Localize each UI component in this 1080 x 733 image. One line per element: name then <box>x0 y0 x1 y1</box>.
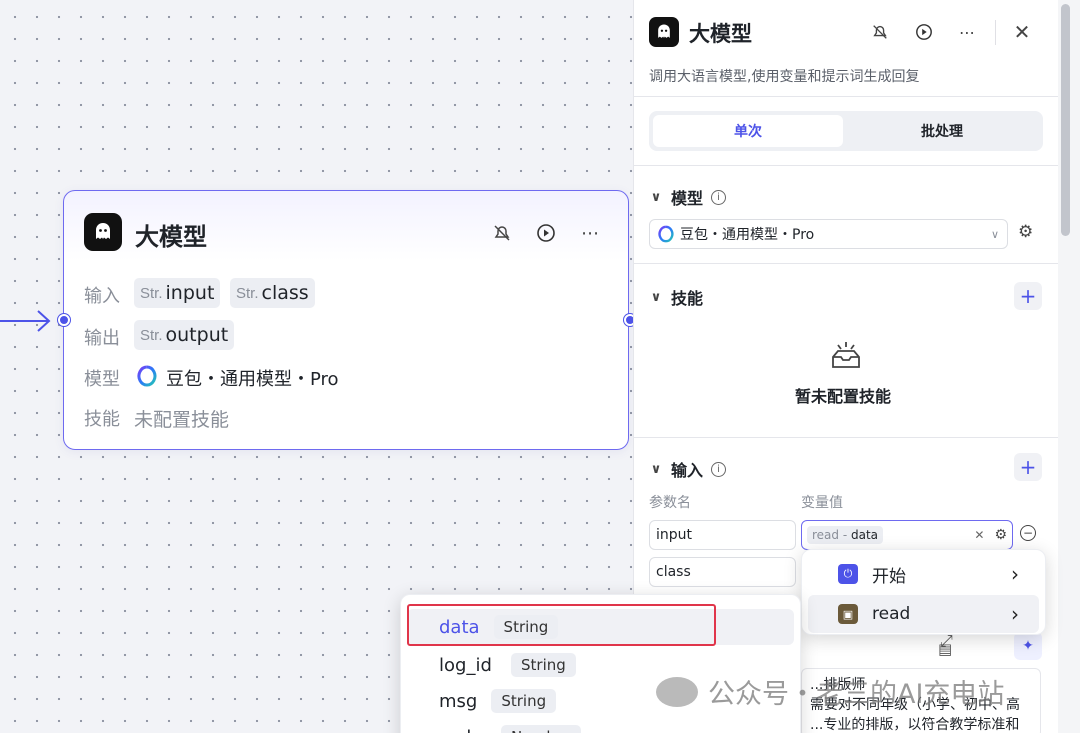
watermark: 公众号・老三的AI充电站 <box>656 672 1004 711</box>
param-name-field[interactable]: input <box>649 520 796 550</box>
more-icon[interactable]: ⋯ <box>578 221 602 245</box>
highlight-box <box>407 604 716 646</box>
add-skill-button[interactable]: + <box>1014 282 1042 310</box>
close-icon[interactable]: ✕ <box>1010 20 1034 44</box>
llm-ghost-icon <box>84 213 122 251</box>
remove-param-icon[interactable]: − <box>1020 525 1036 541</box>
debug-off-icon[interactable] <box>868 20 892 44</box>
debug-off-icon[interactable] <box>490 221 514 245</box>
variable-ref-chip: read - data <box>807 526 884 544</box>
output-tag: Str. output <box>134 320 235 350</box>
wechat-logo-icon <box>656 676 698 707</box>
run-mode-switch: 单次 批处理 <box>649 111 1043 151</box>
doubao-logo-icon <box>137 365 157 387</box>
panel-description: 调用大语言模型,使用变量和提示词生成回复 <box>649 69 920 85</box>
chevron-down-icon: ∨ <box>650 189 662 205</box>
gear-icon[interactable]: ⚙ <box>994 527 1007 543</box>
tab-batch[interactable]: 批处理 <box>847 115 1037 147</box>
divider <box>634 437 1059 438</box>
panel-title: 大模型 <box>689 22 752 46</box>
ai-assist-icon[interactable]: ✦ <box>1014 632 1042 660</box>
doubao-logo-icon <box>658 225 674 243</box>
llm-node-card[interactable]: 大模型 ⋯ 输入 Str. input Str. class 输出 Str. outp… <box>63 190 629 450</box>
model-select[interactable]: 豆包・通用模型・Pro ∨ <box>649 219 1008 249</box>
more-icon[interactable]: ⋯ <box>955 20 979 44</box>
param-name-header: 参数名 <box>649 495 691 511</box>
node-model-value: 豆包・通用模型・Pro <box>166 369 339 390</box>
divider <box>634 165 1059 166</box>
divider <box>634 96 1059 97</box>
node-skill-value: 未配置技能 <box>134 409 230 431</box>
chevron-down-icon: ∨ <box>650 289 662 305</box>
variable-source-menu: ⏻ 开始 › ▣ read › <box>801 549 1046 635</box>
param-name-field[interactable]: class <box>649 557 796 587</box>
model-section-header[interactable]: ∨ 模型 i <box>649 185 727 209</box>
gear-icon[interactable]: ⚙ <box>1018 222 1033 242</box>
node-model-label: 模型 <box>84 369 120 390</box>
start-node-icon: ⏻ <box>838 564 858 584</box>
chevron-down-icon: ∨ <box>990 227 999 241</box>
info-icon[interactable]: i <box>711 461 727 477</box>
node-input-label: 输入 <box>84 286 120 307</box>
node-title: 大模型 <box>135 223 207 251</box>
chevron-right-icon: › <box>1011 602 1019 626</box>
node-output-label: 输出 <box>84 328 120 349</box>
chevron-right-icon: › <box>1011 562 1019 586</box>
menu-item-read[interactable]: ▣ read › <box>808 595 1039 633</box>
template-icon[interactable]: ▤ <box>938 640 952 658</box>
divider <box>634 263 1059 264</box>
empty-box-icon <box>832 342 860 368</box>
input-tag: Str. input <box>134 278 221 308</box>
chevron-down-icon: ∨ <box>650 461 662 477</box>
input-port[interactable] <box>58 314 70 326</box>
skill-section-header[interactable]: ∨ 技能 <box>649 285 703 309</box>
run-icon[interactable] <box>912 20 936 44</box>
menu-item-start[interactable]: ⏻ 开始 › <box>808 555 1039 593</box>
llm-ghost-icon <box>649 17 679 47</box>
scrollbar-thumb[interactable] <box>1061 4 1070 236</box>
input-tag: Str. class <box>230 278 315 308</box>
add-input-button[interactable]: + <box>1014 453 1042 481</box>
param-value-header: 变量值 <box>801 495 843 511</box>
edge-arrow-icon <box>37 310 51 332</box>
info-icon[interactable]: i <box>711 189 727 205</box>
model-select-value: 豆包・通用模型・Pro <box>680 227 815 243</box>
input-section-header[interactable]: ∨ 输入 i <box>649 457 727 481</box>
run-icon[interactable] <box>534 221 558 245</box>
param-value-field[interactable]: read - data ✕ ⚙ <box>801 520 1013 550</box>
read-plugin-icon: ▣ <box>838 604 858 624</box>
var-option-code[interactable]: code Number <box>407 719 794 733</box>
tab-single[interactable]: 单次 <box>653 115 843 147</box>
clear-icon[interactable]: ✕ <box>974 528 984 542</box>
skill-empty-text: 暂未配置技能 <box>795 387 892 406</box>
header-divider <box>995 20 996 45</box>
node-skill-label: 技能 <box>84 409 120 430</box>
